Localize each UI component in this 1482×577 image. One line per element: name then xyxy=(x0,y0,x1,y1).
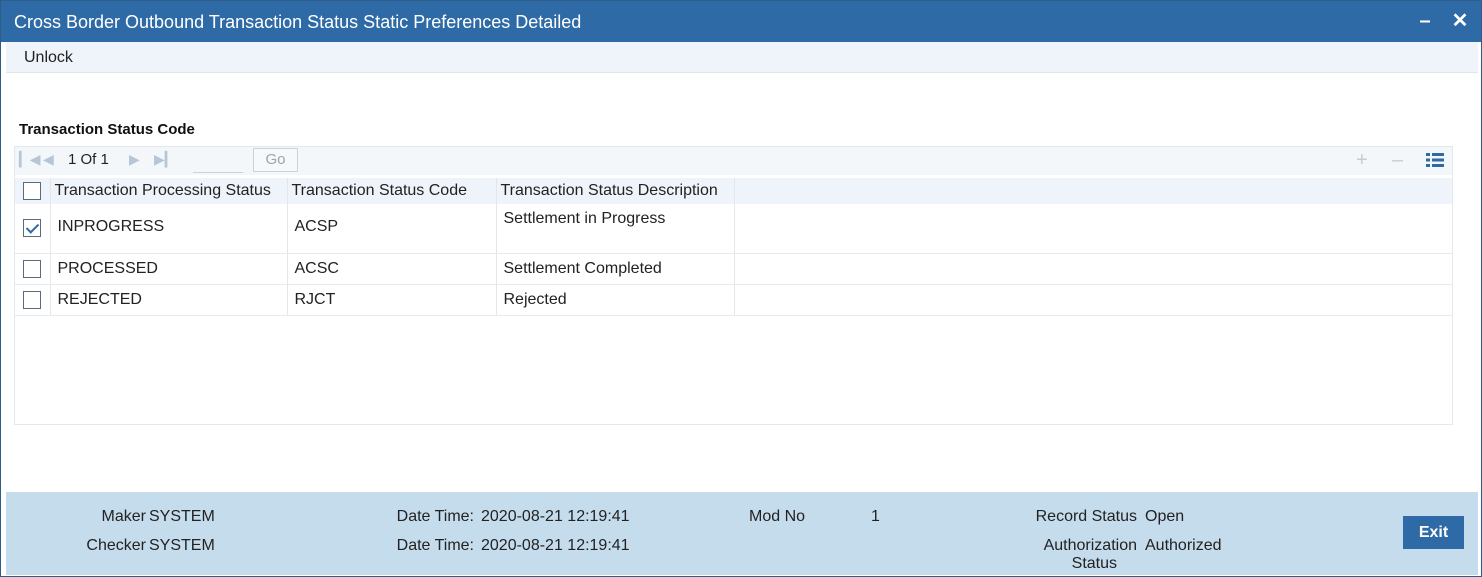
status-code-cell[interactable]: ACSC xyxy=(287,253,497,285)
maker-value: SYSTEM xyxy=(149,508,215,525)
page-info: 1 Of 1 xyxy=(68,151,109,168)
authorization-status-label-line2: Status xyxy=(1071,555,1117,572)
unlock-button[interactable]: Unlock xyxy=(24,49,73,67)
table-header-row: Transaction Processing Status Transactio… xyxy=(15,178,1452,204)
col-header-processing-status[interactable]: Transaction Processing Status xyxy=(50,178,288,204)
row-select-cell xyxy=(15,284,51,316)
minimize-icon[interactable]: – xyxy=(1413,9,1437,33)
table-row[interactable]: PROCESSED ACSC Settlement Completed xyxy=(15,253,1452,285)
row-checkbox[interactable] xyxy=(23,219,42,237)
record-status-label: Record Status xyxy=(1035,508,1137,525)
row-spacer-cell xyxy=(734,253,1452,285)
window-title: Cross Border Outbound Transaction Status… xyxy=(14,12,582,32)
row-spacer-cell xyxy=(734,204,1452,254)
row-checkbox[interactable] xyxy=(23,290,42,309)
mod-no-label: Mod No xyxy=(749,508,806,525)
status-table: Transaction Processing Status Transactio… xyxy=(15,178,1452,316)
processing-status-cell[interactable]: INPROGRESS xyxy=(50,204,288,254)
section-title: Transaction Status Code xyxy=(19,121,195,138)
col-header-status-description[interactable]: Transaction Status Description xyxy=(496,178,735,204)
columns-icon[interactable] xyxy=(1426,151,1444,174)
prev-page-icon[interactable]: ◀ xyxy=(43,151,54,168)
table-row[interactable]: INPROGRESS ACSP Settlement in Progress xyxy=(15,204,1452,254)
checker-value: SYSTEM xyxy=(149,537,215,554)
authorization-status-value: Authorized xyxy=(1145,537,1222,554)
exit-button[interactable]: Exit xyxy=(1403,516,1464,549)
checker-label: Checker xyxy=(86,537,146,554)
authorization-status-label-line1: Authorization xyxy=(1043,537,1137,554)
checker-datetime-label: Date Time: xyxy=(396,537,474,554)
record-status-value: Open xyxy=(1145,508,1185,525)
title-bar: Cross Border Outbound Transaction Status… xyxy=(1,1,1481,42)
grid-pager: ▎◀ ◀ 1 Of 1 ▶ ▶▎ Go + – xyxy=(15,147,1452,175)
row-checkbox[interactable] xyxy=(23,259,42,278)
select-all-cell xyxy=(15,178,51,204)
columns-icon-svg xyxy=(1426,153,1444,167)
dialog-window: Cross Border Outbound Transaction Status… xyxy=(0,0,1482,577)
table-row[interactable]: REJECTED RJCT Rejected xyxy=(15,284,1452,316)
status-description-cell[interactable]: Rejected xyxy=(496,284,735,316)
last-page-icon[interactable]: ▶▎ xyxy=(154,151,176,168)
go-button[interactable]: Go xyxy=(253,148,298,172)
row-select-cell xyxy=(15,253,51,285)
row-spacer-cell xyxy=(734,284,1452,316)
select-all-checkbox[interactable] xyxy=(23,181,42,200)
status-code-grid: ▎◀ ◀ 1 Of 1 ▶ ▶▎ Go + – Transaction Proc… xyxy=(14,146,1453,425)
first-page-icon[interactable]: ▎◀ xyxy=(19,151,41,168)
maker-datetime-value: 2020-08-21 12:19:41 xyxy=(481,508,630,525)
processing-status-cell[interactable]: PROCESSED xyxy=(50,253,288,285)
maker-label: Maker xyxy=(101,508,146,525)
menu-bar: Unlock xyxy=(6,42,1478,73)
processing-status-cell[interactable]: REJECTED xyxy=(50,284,288,316)
mod-no-value: 1 xyxy=(871,508,880,525)
delete-row-icon[interactable]: – xyxy=(1392,149,1403,172)
page-number-input[interactable] xyxy=(193,149,243,173)
col-header-status-code[interactable]: Transaction Status Code xyxy=(287,178,497,204)
status-code-cell[interactable]: RJCT xyxy=(287,284,497,316)
add-row-icon[interactable]: + xyxy=(1356,149,1368,172)
status-description-cell[interactable]: Settlement Completed xyxy=(496,253,735,285)
maker-datetime-label: Date Time: xyxy=(396,508,474,525)
audit-footer: Maker SYSTEM Checker SYSTEM Date Time: 2… xyxy=(6,492,1478,575)
next-page-icon[interactable]: ▶ xyxy=(129,151,140,168)
status-code-cell[interactable]: ACSP xyxy=(287,204,497,254)
close-icon[interactable]: ✕ xyxy=(1448,9,1472,33)
row-select-cell xyxy=(15,204,51,254)
col-header-spacer xyxy=(734,178,1452,204)
status-description-cell[interactable]: Settlement in Progress xyxy=(496,204,735,254)
checker-datetime-value: 2020-08-21 12:19:41 xyxy=(481,537,630,554)
